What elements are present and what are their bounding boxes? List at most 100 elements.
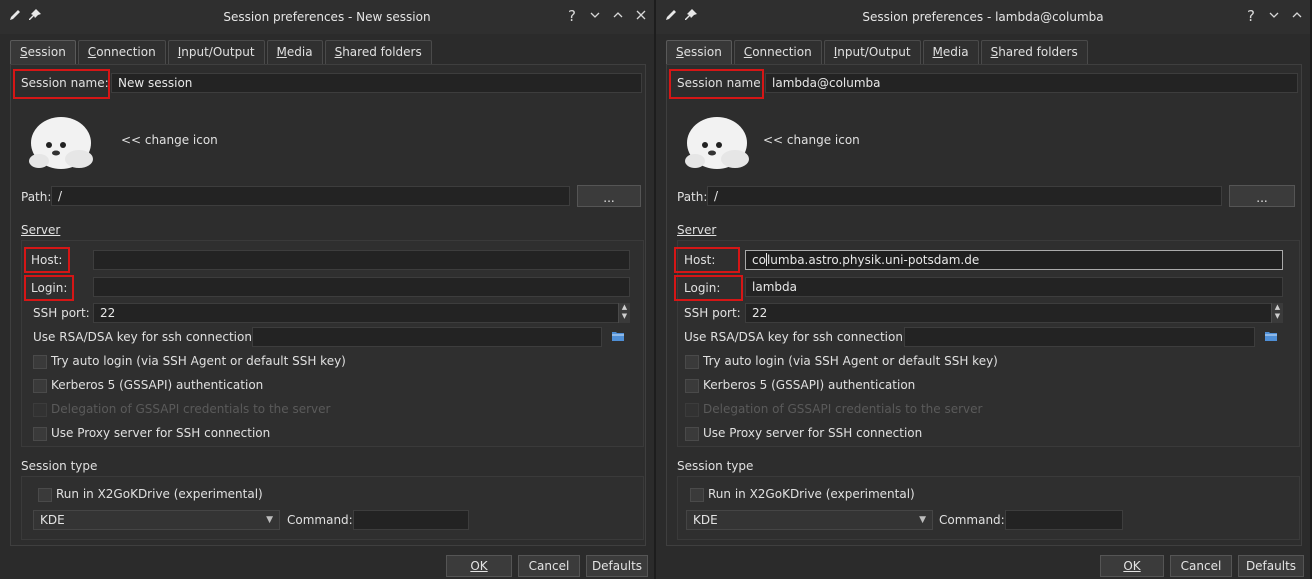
help-button[interactable]: ?	[565, 7, 579, 25]
seal-session-icon[interactable]	[23, 107, 99, 176]
session-type-group	[677, 476, 1300, 540]
chevron-down-icon	[590, 12, 600, 18]
tab-shared-folders[interactable]: Shared folders	[980, 40, 1088, 64]
rsa-key-input[interactable]	[904, 327, 1255, 347]
titlebar[interactable]: Session preferences - lambda@columba ?	[656, 0, 1310, 34]
ssh-port-input[interactable]: 22	[745, 303, 1283, 323]
help-button[interactable]: ?	[1244, 7, 1258, 25]
browse-path-button[interactable]: ...	[1229, 185, 1295, 207]
auto-login-checkbox[interactable]	[685, 355, 699, 369]
ssh-port-spinner[interactable]: ▲ ▼	[618, 303, 630, 323]
login-input[interactable]: lambda	[745, 277, 1283, 297]
ssh-port-spinner[interactable]: ▲ ▼	[1271, 303, 1283, 323]
server-heading: Server	[21, 223, 61, 237]
tab-session[interactable]: Session	[10, 40, 76, 64]
login-label: Login:	[31, 281, 68, 295]
session-preferences-window-new: Session preferences - New session ? Sess…	[0, 0, 654, 579]
session-type-group	[21, 476, 644, 540]
ssh-port-label: SSH port:	[33, 306, 90, 320]
proxy-checkbox[interactable]	[33, 427, 47, 441]
proxy-label[interactable]: Use Proxy server for SSH connection	[703, 426, 922, 440]
chevron-up-icon	[613, 12, 623, 18]
tab-input-output[interactable]: Input/Output	[823, 40, 921, 64]
session-name-input[interactable]: lambda@columba	[765, 73, 1298, 93]
login-label: Login:	[684, 281, 721, 295]
host-input[interactable]: columba.astro.physik.uni-potsdam.de	[745, 250, 1283, 270]
session-preferences-window-lambda: Session preferences - lambda@columba ? S…	[656, 0, 1310, 579]
tab-shared-folders[interactable]: Shared folders	[324, 40, 432, 64]
kerberos-checkbox[interactable]	[33, 379, 47, 393]
highlight-box	[13, 69, 110, 99]
defaults-button[interactable]: Defaults	[586, 555, 648, 577]
browse-path-button[interactable]: ...	[577, 185, 641, 207]
delegation-checkbox	[33, 403, 47, 417]
delegation-label: Delegation of GSSAPI credentials to the …	[51, 402, 331, 416]
seal-session-icon[interactable]	[679, 107, 755, 176]
ok-button[interactable]: OK	[446, 555, 512, 577]
command-input[interactable]	[353, 510, 469, 530]
path-input[interactable]: /	[707, 186, 1222, 206]
tab-input-output[interactable]: Input/Output	[167, 40, 265, 64]
tab-session[interactable]: Session	[666, 40, 732, 64]
x2godrive-label[interactable]: Run in X2GoKDrive (experimental)	[56, 487, 263, 501]
host-label: Host:	[31, 253, 63, 267]
session-name-input[interactable]: New session	[111, 73, 642, 93]
open-folder-icon[interactable]	[611, 329, 625, 343]
maximize-button[interactable]	[1290, 7, 1304, 25]
session-type-heading: Session type	[21, 459, 98, 473]
proxy-label[interactable]: Use Proxy server for SSH connection	[51, 426, 270, 440]
delegation-checkbox	[685, 403, 699, 417]
session-tab-panel: Session name: New session << change icon…	[10, 64, 646, 546]
kerberos-checkbox[interactable]	[685, 379, 699, 393]
ok-button[interactable]: OK	[1100, 555, 1164, 577]
delegation-label: Delegation of GSSAPI credentials to the …	[703, 402, 983, 416]
rsa-key-label: Use RSA/DSA key for ssh connection:	[684, 330, 907, 344]
tab-media[interactable]: Media	[922, 40, 979, 64]
tab-bar: Session Connection Input/Output Media Sh…	[10, 40, 434, 64]
change-icon-label[interactable]: << change icon	[121, 133, 218, 147]
chevron-down-icon: ▼	[266, 515, 273, 525]
tab-connection[interactable]: Connection	[77, 40, 166, 64]
close-icon	[636, 10, 646, 20]
chevron-up-icon	[1292, 12, 1302, 18]
minimize-button[interactable]	[588, 7, 602, 25]
cancel-button[interactable]: Cancel	[518, 555, 580, 577]
auto-login-label[interactable]: Try auto login (via SSH Agent or default…	[51, 354, 346, 368]
change-icon-label[interactable]: << change icon	[763, 133, 860, 147]
kerberos-label[interactable]: Kerberos 5 (GSSAPI) authentication	[51, 378, 263, 392]
x2godrive-checkbox[interactable]	[38, 488, 52, 502]
command-input[interactable]	[1005, 510, 1123, 530]
defaults-button[interactable]: Defaults	[1238, 555, 1304, 577]
session-type-select[interactable]: KDE ▼	[686, 510, 933, 530]
ssh-port-input[interactable]: 22	[93, 303, 630, 323]
highlight-box	[669, 69, 764, 99]
x2godrive-checkbox[interactable]	[690, 488, 704, 502]
command-label: Command:	[287, 513, 353, 527]
auto-login-checkbox[interactable]	[33, 355, 47, 369]
tab-connection[interactable]: Connection	[733, 40, 822, 64]
kerberos-label[interactable]: Kerberos 5 (GSSAPI) authentication	[703, 378, 915, 392]
cancel-button[interactable]: Cancel	[1170, 555, 1232, 577]
ssh-port-label: SSH port:	[684, 306, 741, 320]
path-input[interactable]: /	[51, 186, 570, 206]
host-input[interactable]	[93, 250, 630, 270]
open-folder-icon[interactable]	[1264, 329, 1278, 343]
rsa-key-input[interactable]	[252, 327, 602, 347]
titlebar[interactable]: Session preferences - New session ?	[0, 0, 654, 34]
tab-bar: Session Connection Input/Output Media Sh…	[666, 40, 1090, 64]
minimize-button[interactable]	[1267, 7, 1281, 25]
server-heading: Server	[677, 223, 717, 237]
chevron-down-icon: ▼	[919, 515, 926, 525]
login-input[interactable]	[93, 277, 630, 297]
command-label: Command:	[939, 513, 1005, 527]
x2godrive-label[interactable]: Run in X2GoKDrive (experimental)	[708, 487, 915, 501]
maximize-button[interactable]	[611, 7, 625, 25]
tab-media[interactable]: Media	[266, 40, 323, 64]
session-type-select[interactable]: KDE ▼	[33, 510, 280, 530]
session-tab-panel: Session name: lambda@columba << change i…	[666, 64, 1302, 546]
auto-login-label[interactable]: Try auto login (via SSH Agent or default…	[703, 354, 998, 368]
close-button[interactable]	[634, 7, 648, 25]
rsa-key-label: Use RSA/DSA key for ssh connection:	[33, 330, 256, 344]
path-label: Path:	[21, 190, 52, 204]
proxy-checkbox[interactable]	[685, 427, 699, 441]
